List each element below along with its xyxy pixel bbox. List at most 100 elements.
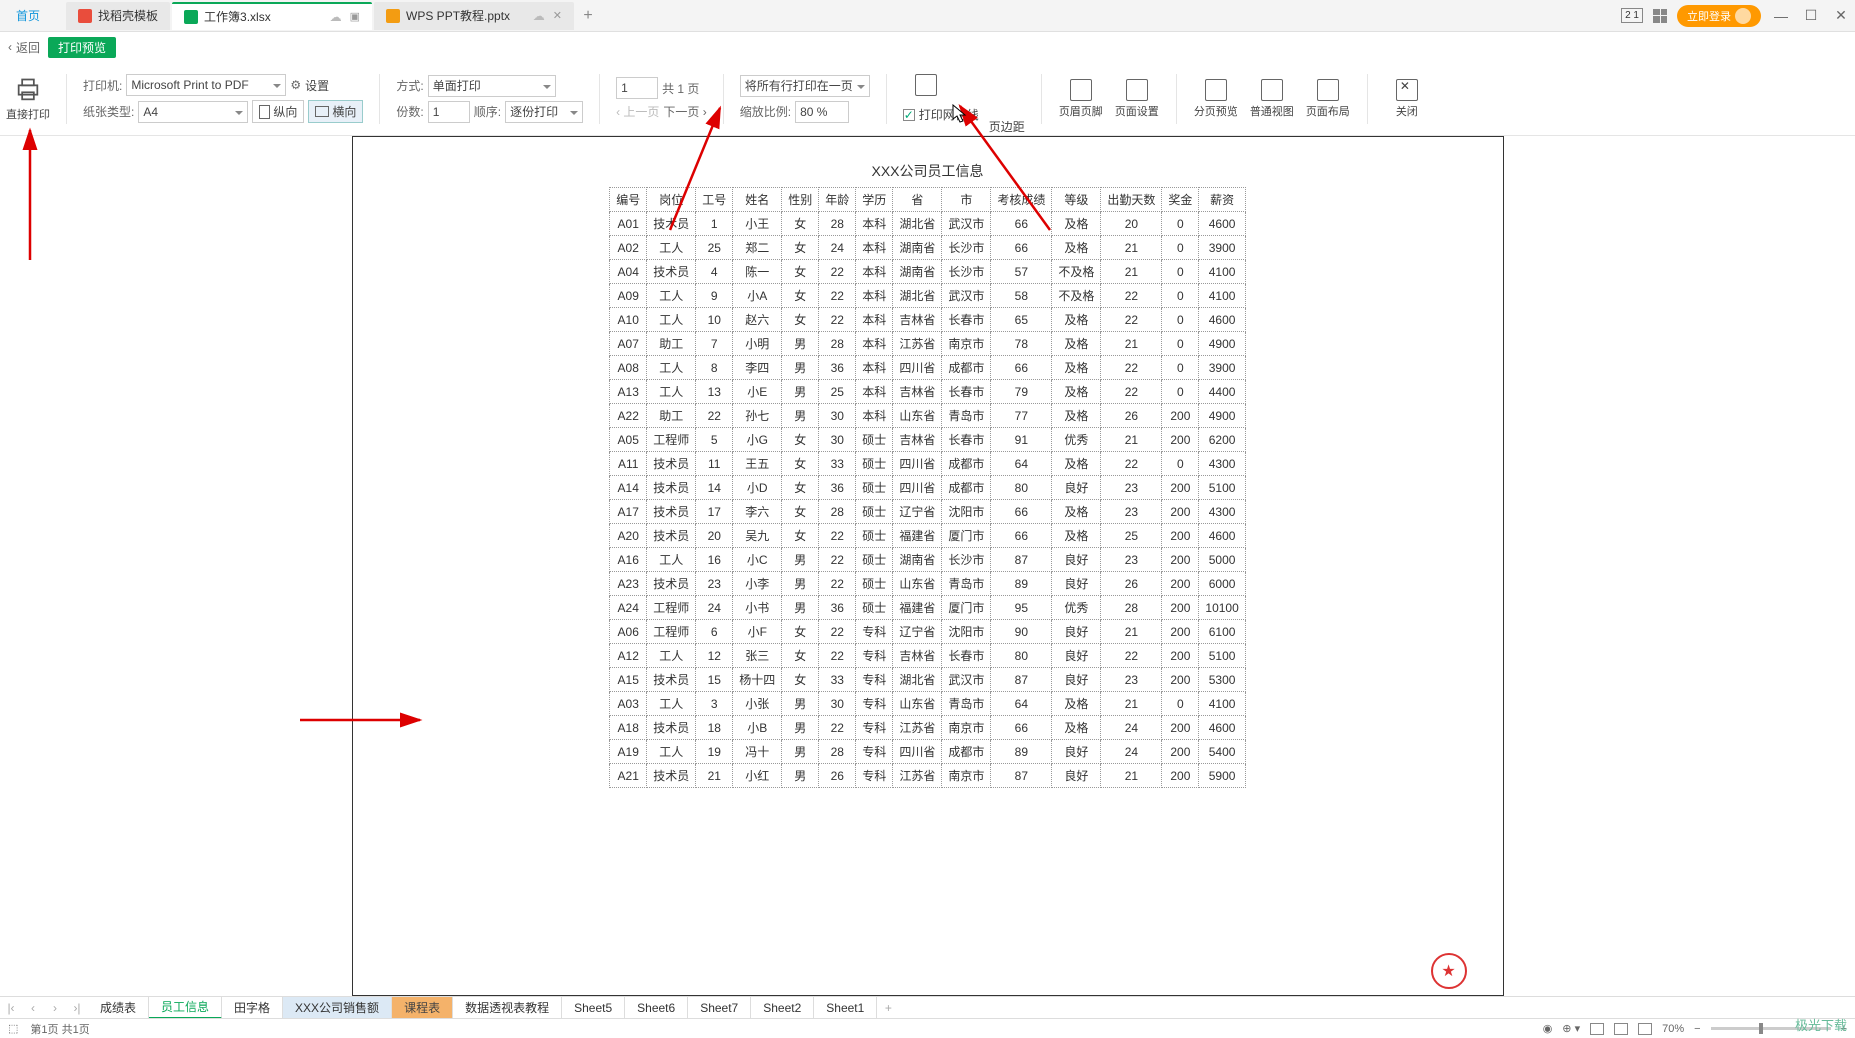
preview-page: XXX公司员工信息 编号岗位工号姓名性别年龄学历省市考核成绩等级出勤天数奖金薪资… [352, 136, 1504, 996]
cell: 张三 [733, 644, 782, 668]
tab-workbook[interactable]: 工作簿3.xlsx ☁ ▣ [172, 2, 372, 30]
table-row: A22助工22孙七男30本科山东省青岛市77及格262004900 [610, 404, 1246, 428]
cell: A04 [610, 260, 647, 284]
pagebreak-view-button[interactable]: 分页预览 [1193, 79, 1239, 119]
sheet-tab[interactable]: Sheet5 [562, 997, 625, 1019]
cell: 及格 [1052, 212, 1101, 236]
normal-view-button[interactable]: 普通视图 [1249, 79, 1295, 119]
cell: 长春市 [942, 428, 991, 452]
sheet-tab[interactable]: XXX公司销售额 [283, 997, 392, 1019]
cell: 58 [991, 284, 1052, 308]
cell: 65 [991, 308, 1052, 332]
close-icon[interactable]: ✕ [553, 9, 562, 22]
prev-page-button[interactable]: ‹ 上一页 [616, 103, 659, 120]
next-page-button[interactable]: 下一页 › [663, 103, 706, 120]
back-button[interactable]: ‹ 返回 [8, 39, 40, 56]
last-sheet-button[interactable]: ›| [66, 1001, 88, 1015]
zoom-out-button[interactable]: − [1694, 1023, 1700, 1035]
cell: 福建省 [893, 596, 942, 620]
cell: 16 [696, 548, 733, 572]
sheet-tab[interactable]: 课程表 [392, 997, 453, 1019]
add-tab-button[interactable]: + [576, 7, 600, 25]
login-button[interactable]: 立即登录 [1677, 5, 1761, 27]
select-mode-icon[interactable]: ⬚ [8, 1022, 18, 1035]
portrait-button[interactable]: 纵向 [252, 100, 304, 123]
cell: 江苏省 [893, 332, 942, 356]
minimize-icon[interactable]: — [1771, 8, 1791, 24]
duplex-select[interactable]: 单面打印 [428, 75, 556, 97]
sheet-tab[interactable]: Sheet6 [625, 997, 688, 1019]
page-num-input[interactable]: 1 [616, 77, 658, 99]
close-window-icon[interactable]: ✕ [1831, 7, 1851, 24]
cell: 87 [991, 764, 1052, 788]
cell: 28 [819, 500, 856, 524]
settings-label[interactable]: 设置 [305, 77, 329, 94]
portrait-icon [259, 105, 270, 119]
cell: 21 [1101, 620, 1162, 644]
sheet-tab[interactable]: 数据透视表教程 [453, 997, 562, 1019]
cell: 0 [1162, 356, 1199, 380]
cell: 28 [819, 740, 856, 764]
page-setup-icon [1126, 79, 1148, 101]
close-icon[interactable]: ▣ [350, 10, 360, 23]
copies-spinner[interactable]: 1 [428, 101, 470, 123]
view-normal-icon[interactable] [1590, 1023, 1604, 1035]
sheet-tab[interactable]: 成绩表 [88, 997, 149, 1019]
employee-table: 编号岗位工号姓名性别年龄学历省市考核成绩等级出勤天数奖金薪资A01技术员1小王女… [609, 187, 1246, 788]
direct-print-button[interactable]: 直接打印 [6, 76, 50, 122]
cell: 5 [696, 428, 733, 452]
collate-select[interactable]: 逐份打印 [505, 101, 583, 123]
table-row: A20技术员20吴九女22硕士福建省厦门市66及格252004600 [610, 524, 1246, 548]
print-toolbar: 直接打印 打印机: Microsoft Print to PDF ⚙ 设置 纸张… [0, 62, 1855, 136]
gridlines-checkbox[interactable]: ✓ [903, 109, 915, 121]
first-sheet-button[interactable]: |‹ [0, 1001, 22, 1015]
apps-icon[interactable] [1653, 9, 1667, 23]
cell: 87 [991, 548, 1052, 572]
close-preview-button[interactable]: ✕关闭 [1384, 79, 1430, 119]
cell: 山东省 [893, 572, 942, 596]
cell: 湖北省 [893, 284, 942, 308]
cell: 200 [1162, 548, 1199, 572]
sheet-tab[interactable]: 员工信息 [149, 997, 222, 1019]
layout-view-button[interactable]: 页面布局 [1305, 79, 1351, 119]
printer-select[interactable]: Microsoft Print to PDF [126, 74, 286, 96]
tab-home[interactable]: 首页 [4, 2, 64, 30]
sheet-tab[interactable]: Sheet7 [688, 997, 751, 1019]
cell: 本科 [856, 308, 893, 332]
landscape-button[interactable]: 横向 [308, 100, 363, 123]
cell: 湖北省 [893, 212, 942, 236]
view-layout-icon[interactable] [1614, 1023, 1628, 1035]
margins-button[interactable] [903, 74, 949, 96]
next-sheet-button[interactable]: › [44, 1001, 66, 1015]
sheet-tab[interactable]: Sheet2 [751, 997, 814, 1019]
page-setup-button[interactable]: 页面设置 [1114, 79, 1160, 119]
header-footer-button[interactable]: 页眉页脚 [1058, 79, 1104, 119]
maximize-icon[interactable]: ☐ [1801, 7, 1821, 24]
add-sheet-button[interactable]: + [877, 1001, 899, 1015]
cell: 技术员 [647, 524, 696, 548]
fit-select[interactable]: 将所有行打印在一页 [740, 75, 870, 97]
status-bar: ⬚ 第1页 共1页 ◉ ⊕ ▾ 70% − + 极光下载 [0, 1018, 1855, 1038]
view-break-icon[interactable] [1638, 1023, 1652, 1035]
cell: 及格 [1052, 524, 1101, 548]
focus-icon[interactable]: ⊕ ▾ [1562, 1022, 1580, 1035]
cell: 工人 [647, 356, 696, 380]
tab-template[interactable]: 找稻壳模板 [66, 2, 170, 30]
zoom-spinner[interactable]: 80 % [795, 101, 849, 123]
paper-select[interactable]: A4 [138, 101, 248, 123]
table-row: A12工人12张三女22专科吉林省长春市80良好222005100 [610, 644, 1246, 668]
cell: 小书 [733, 596, 782, 620]
tab-ppt[interactable]: WPS PPT教程.pptx ☁ ✕ [374, 2, 574, 30]
cell: 女 [782, 620, 819, 644]
printer-icon [14, 76, 42, 104]
cell: 21 [1101, 428, 1162, 452]
sheet-tab[interactable]: 田字格 [222, 997, 283, 1019]
sheet-tab[interactable]: Sheet1 [814, 997, 877, 1019]
close-icon: ✕ [1396, 79, 1418, 101]
cell: 女 [782, 428, 819, 452]
eye-icon[interactable]: ◉ [1543, 1022, 1553, 1035]
table-row: A10工人10赵六女22本科吉林省长春市65及格2204600 [610, 308, 1246, 332]
gear-icon[interactable]: ⚙ [290, 78, 301, 92]
cell: 男 [782, 716, 819, 740]
prev-sheet-button[interactable]: ‹ [22, 1001, 44, 1015]
